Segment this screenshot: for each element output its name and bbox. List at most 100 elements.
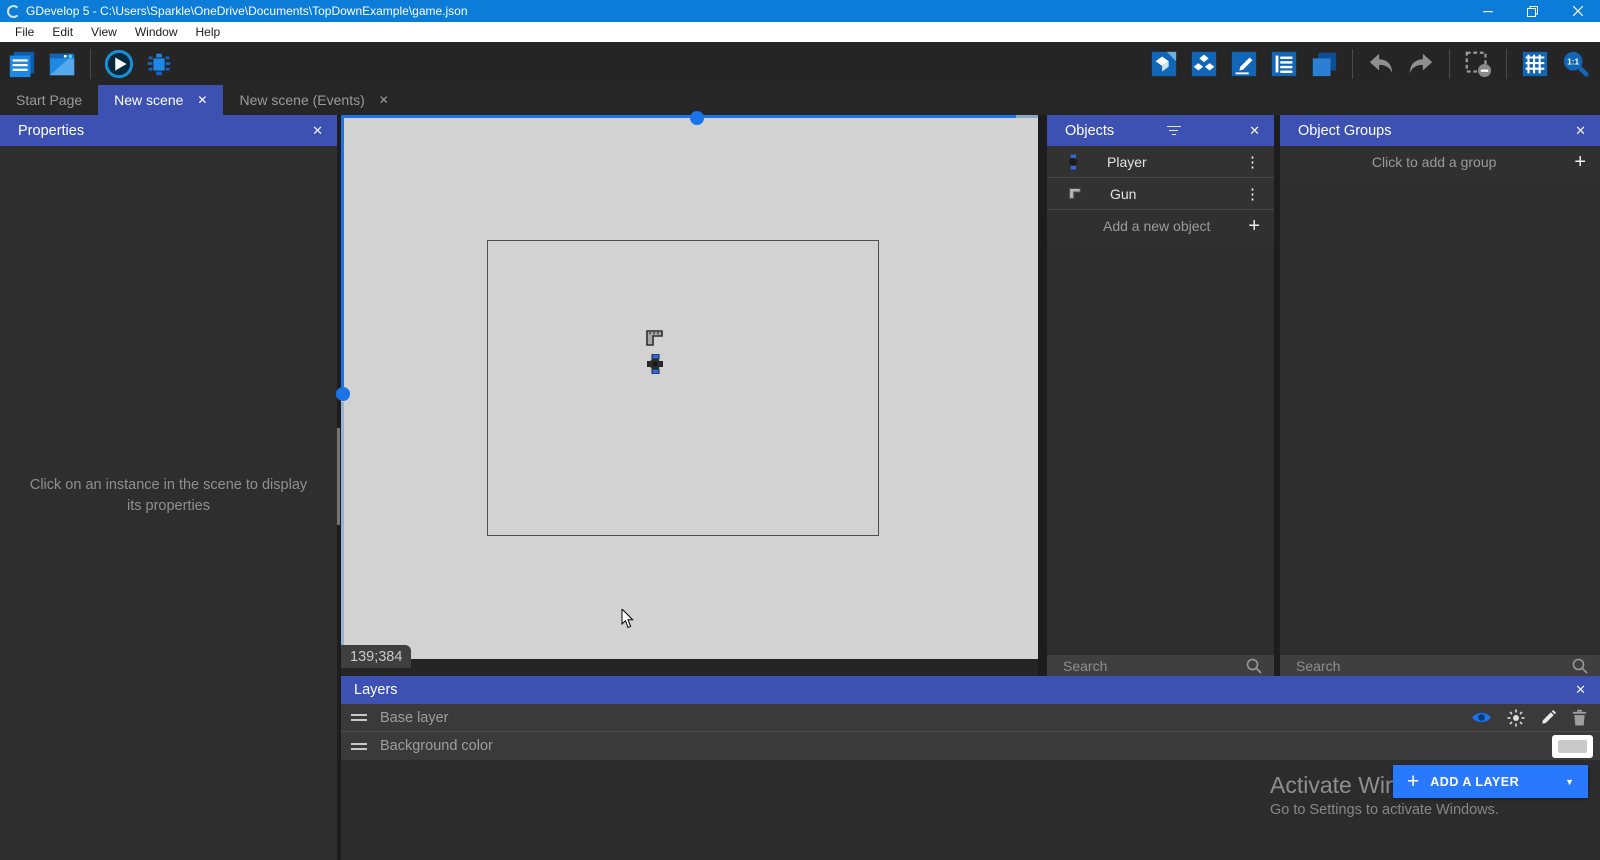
objects-panel: Objects ✕ Player ⋮ Gun ⋮ Add a new objec… (1047, 115, 1274, 676)
layers-panel-title: Layers (354, 682, 398, 698)
add-group-label: Click to add a group (1294, 154, 1574, 170)
add-group-row[interactable]: Click to add a group + (1280, 146, 1600, 178)
gdevelop-window: GDevelop 5 - C:\Users\Sparkle\OneDrive\D… (0, 0, 1600, 860)
title-bar: GDevelop 5 - C:\Users\Sparkle\OneDrive\D… (0, 0, 1600, 22)
restore-button[interactable] (1510, 0, 1555, 22)
object-row-player[interactable]: Player ⋮ (1047, 146, 1274, 178)
objects-panel-header: Objects ✕ (1047, 115, 1274, 146)
scene-window-handle-left[interactable] (336, 387, 350, 401)
search-icon (1572, 658, 1588, 674)
dropdown-caret-icon[interactable]: ▼ (1565, 777, 1574, 787)
drag-handle-icon[interactable] (351, 743, 367, 750)
close-tab-icon[interactable]: ✕ (197, 93, 207, 107)
activate-windows-watermark-subtitle: Go to Settings to activate Windows. (1270, 802, 1499, 818)
groups-search-row (1280, 650, 1600, 676)
panel-divider (1038, 115, 1047, 676)
redo-icon[interactable] (1406, 49, 1436, 79)
object-groups-panel-icon[interactable] (1189, 49, 1219, 79)
layer-row-background-color[interactable]: Background color (341, 732, 1600, 760)
close-object-groups-icon[interactable]: ✕ (1575, 123, 1586, 139)
object-groups-panel-header: Object Groups ✕ (1280, 115, 1600, 146)
close-layers-icon[interactable]: ✕ (1575, 682, 1586, 698)
toolbar-separator (1449, 49, 1450, 79)
object-groups-panel-title: Object Groups (1298, 123, 1392, 139)
menu-view[interactable]: View (82, 22, 126, 42)
objects-search-input[interactable] (1063, 658, 1246, 674)
mouse-cursor (621, 609, 635, 629)
add-group-plus-icon[interactable]: + (1574, 151, 1586, 174)
tab-new-scene[interactable]: New scene ✕ (98, 85, 223, 115)
close-objects-icon[interactable]: ✕ (1249, 123, 1260, 139)
properties-panel-header: Properties ✕ (0, 115, 337, 146)
scene-canvas[interactable] (341, 115, 1038, 659)
deselect-all-icon[interactable] (1463, 49, 1493, 79)
gun-object-icon (1067, 187, 1082, 200)
gun-instance[interactable] (644, 329, 664, 347)
edit-layer-pencil-icon[interactable] (1540, 709, 1557, 726)
player-object-icon (1067, 154, 1079, 170)
layers-panel: Layers ✕ Base layer (341, 676, 1600, 860)
player-instance[interactable] (647, 354, 663, 374)
close-window-button[interactable] (1555, 0, 1600, 22)
menu-help[interactable]: Help (187, 22, 230, 42)
layers-panel-header: Layers ✕ (341, 676, 1600, 704)
canvas-bottom-strip (341, 659, 1038, 676)
layer-visibility-eye-icon[interactable] (1471, 710, 1492, 725)
minimize-button[interactable] (1465, 0, 1510, 22)
add-object-row[interactable]: Add a new object + (1047, 210, 1274, 242)
toolbar-separator (1506, 49, 1507, 79)
scene-window-left-border (341, 115, 344, 391)
toggle-grid-icon[interactable] (1520, 49, 1550, 79)
object-menu-icon[interactable]: ⋮ (1245, 185, 1260, 203)
scene-window-top-border-end (1016, 115, 1038, 118)
menu-file[interactable]: File (6, 22, 43, 42)
svg-text:1:1: 1:1 (1567, 56, 1579, 66)
layer-name: Background color (380, 738, 493, 754)
background-color-swatch (1558, 740, 1587, 753)
filter-icon[interactable] (1166, 126, 1181, 136)
plus-icon: + (1407, 770, 1419, 794)
add-object-plus-icon[interactable]: + (1248, 215, 1260, 238)
menu-bar: File Edit View Window Help (0, 22, 1600, 42)
properties-panel-title: Properties (18, 123, 84, 139)
instances-list-panel-icon[interactable] (1269, 49, 1299, 79)
layer-row-base[interactable]: Base layer (341, 704, 1600, 732)
menu-window[interactable]: Window (126, 22, 187, 42)
object-menu-icon[interactable]: ⋮ (1245, 153, 1260, 171)
scene-window-rectangle (487, 240, 879, 536)
close-properties-icon[interactable]: ✕ (312, 123, 323, 139)
objects-panel-title: Objects (1065, 123, 1114, 139)
scene-editor-icon[interactable] (47, 49, 77, 79)
delete-layer-trash-icon[interactable] (1572, 709, 1587, 726)
search-icon (1246, 658, 1262, 674)
add-object-label: Add a new object (1103, 218, 1210, 234)
objects-panel-icon[interactable] (1149, 49, 1179, 79)
groups-search-input[interactable] (1296, 658, 1572, 674)
main-toolbar: 1:1 (0, 42, 1600, 85)
properties-scrollbar[interactable] (337, 428, 340, 525)
play-preview-icon[interactable] (104, 49, 134, 79)
window-title: GDevelop 5 - C:\Users\Sparkle\OneDrive\D… (26, 4, 468, 18)
scene-window-top-border (341, 115, 1016, 118)
properties-panel: Properties ✕ Click on an instance in the… (0, 115, 337, 860)
object-name: Gun (1110, 186, 1136, 202)
object-name: Player (1107, 154, 1147, 170)
tab-start-page[interactable]: Start Page (0, 85, 98, 115)
scene-window-handle-top[interactable] (690, 111, 704, 125)
properties-empty-message: Click on an instance in the scene to dis… (22, 475, 315, 517)
zoom-original-icon[interactable]: 1:1 (1560, 49, 1590, 79)
add-a-layer-button[interactable]: + ADD A LAYER ▼ (1393, 765, 1588, 798)
drag-handle-icon[interactable] (351, 714, 367, 721)
close-tab-icon[interactable]: ✕ (379, 93, 389, 107)
layers-panel-icon[interactable] (1309, 49, 1339, 79)
background-color-picker-button[interactable] (1552, 735, 1593, 758)
properties-panel-icon[interactable] (1229, 49, 1259, 79)
tab-new-scene-events[interactable]: New scene (Events) ✕ (223, 85, 404, 115)
layer-effects-icon[interactable] (1507, 709, 1525, 727)
menu-edit[interactable]: Edit (43, 22, 82, 42)
debugger-icon[interactable] (144, 49, 174, 79)
object-row-gun[interactable]: Gun ⋮ (1047, 178, 1274, 210)
undo-icon[interactable] (1366, 49, 1396, 79)
project-manager-icon[interactable] (7, 49, 37, 79)
objects-search-row (1047, 650, 1274, 676)
